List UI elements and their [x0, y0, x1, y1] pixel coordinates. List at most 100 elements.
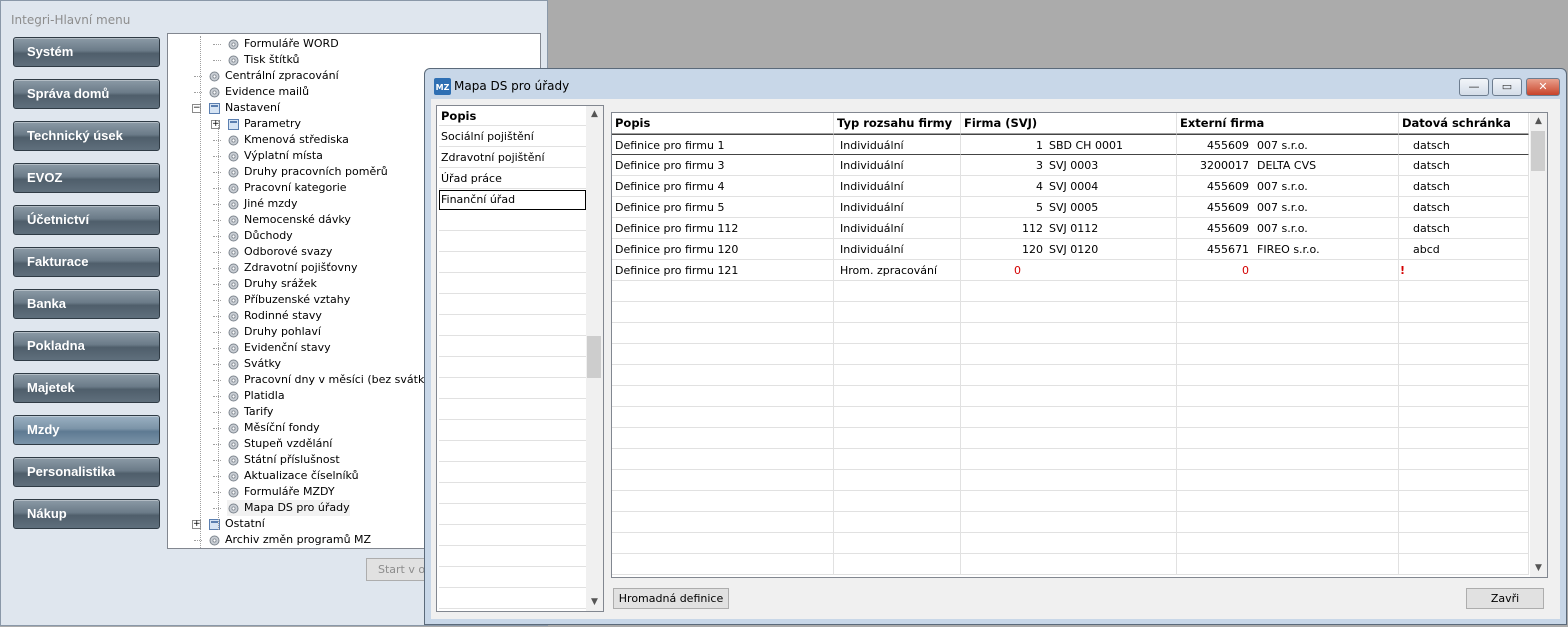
scroll-down-icon[interactable]: ▼: [1530, 560, 1547, 577]
column-header[interactable]: Popis: [612, 113, 834, 134]
tree-item[interactable]: Nemocenské dávky: [227, 212, 351, 228]
tree-item[interactable]: Jiné mzdy: [227, 196, 298, 212]
grid-cell[interactable]: 455671 FIREO s.r.o.: [1177, 239, 1399, 260]
close-window-button[interactable]: ✕: [1526, 78, 1560, 96]
grid-cell[interactable]: Definice pro firmu 120: [612, 239, 834, 260]
grid-cell[interactable]: 1 SBD CH 0001: [961, 134, 1177, 155]
nav-button-8[interactable]: Majetek: [13, 373, 160, 403]
column-header[interactable]: Firma (SVJ): [961, 113, 1177, 134]
grid-cell[interactable]: 120 SVJ 0120: [961, 239, 1177, 260]
grid-cell[interactable]: Individuální: [834, 134, 961, 155]
grid-cell[interactable]: 0: [961, 260, 1177, 281]
grid-cell[interactable]: 455609 007 s.r.o.: [1177, 218, 1399, 239]
tree-item[interactable]: Parametry: [227, 116, 301, 132]
office-list-item[interactable]: Úřad práce: [439, 169, 586, 189]
grid-cell[interactable]: 112 SVJ 0112: [961, 218, 1177, 239]
nav-button-5[interactable]: Fakturace: [13, 247, 160, 277]
tree-item[interactable]: Centrální zpracování: [208, 68, 339, 84]
tree-item[interactable]: Ostatní: [208, 516, 265, 532]
nav-button-9[interactable]: Mzdy: [13, 415, 160, 445]
nav-button-4[interactable]: Účetnictví: [13, 205, 160, 235]
tree-item[interactable]: Tarify: [227, 404, 273, 420]
scroll-down-icon[interactable]: ▼: [586, 594, 603, 611]
bulk-definition-button[interactable]: Hromadná definice: [613, 588, 729, 609]
column-header[interactable]: Externí firma: [1177, 113, 1399, 134]
tree-item[interactable]: Zdravotní pojišťovny: [227, 260, 357, 276]
tree-item[interactable]: Archiv změn programů MZ: [208, 532, 371, 548]
tree-item[interactable]: Evidence mailů: [208, 84, 309, 100]
grid-cell[interactable]: abcd: [1399, 239, 1529, 260]
column-header[interactable]: Datová schránka: [1399, 113, 1529, 134]
grid-cell[interactable]: datsch: [1399, 218, 1529, 239]
tree-item[interactable]: Mapa DS pro úřady: [227, 500, 350, 516]
office-list-item[interactable]: Sociální pojištění: [439, 127, 586, 147]
tree-item[interactable]: Druhy pohlaví: [227, 324, 321, 340]
scroll-up-icon[interactable]: ▲: [1530, 113, 1547, 130]
grid-cell[interactable]: Individuální: [834, 197, 961, 218]
tree-item[interactable]: Důchody: [227, 228, 293, 244]
tree-item[interactable]: Evidenční stavy: [227, 340, 331, 356]
grid-cell[interactable]: Individuální: [834, 239, 961, 260]
grid-cell[interactable]: 4 SVJ 0004: [961, 176, 1177, 197]
grid-cell[interactable]: Definice pro firmu 3: [612, 155, 834, 176]
grid-cell[interactable]: !: [1399, 260, 1529, 281]
scroll-thumb[interactable]: [1531, 131, 1545, 171]
nav-button-6[interactable]: Banka: [13, 289, 160, 319]
nav-button-2[interactable]: Technický úsek: [13, 121, 160, 151]
close-button[interactable]: Zavři: [1466, 588, 1544, 609]
grid-cell[interactable]: Definice pro firmu 5: [612, 197, 834, 218]
minimize-button[interactable]: —: [1459, 78, 1489, 96]
nav-button-0[interactable]: Systém: [13, 37, 160, 67]
tree-item[interactable]: Svátky: [227, 356, 281, 372]
tree-item[interactable]: Nastavení: [208, 100, 280, 116]
grid-cell[interactable]: 0: [1177, 260, 1399, 281]
tree-item[interactable]: Formuláře MZDY: [227, 484, 335, 500]
grid-cell[interactable]: datsch: [1399, 134, 1529, 155]
grid-cell[interactable]: Definice pro firmu 112: [612, 218, 834, 239]
grid-cell[interactable]: 455609 007 s.r.o.: [1177, 134, 1399, 155]
tree-item[interactable]: Odborové svazy: [227, 244, 332, 260]
grid-cell[interactable]: Individuální: [834, 155, 961, 176]
nav-button-7[interactable]: Pokladna: [13, 331, 160, 361]
maximize-button[interactable]: ▭: [1492, 78, 1522, 96]
grid-cell[interactable]: Definice pro firmu 4: [612, 176, 834, 197]
grid-cell[interactable]: Individuální: [834, 176, 961, 197]
office-list-item[interactable]: Finanční úřad: [439, 190, 586, 210]
grid-cell[interactable]: datsch: [1399, 176, 1529, 197]
tree-item[interactable]: Výplatní místa: [227, 148, 323, 164]
tree-item[interactable]: Druhy srážek: [227, 276, 317, 292]
grid-cell[interactable]: 3 SVJ 0003: [961, 155, 1177, 176]
tree-item[interactable]: Formuláře WORD: [227, 36, 339, 52]
tree-item[interactable]: Pracovní kategorie: [227, 180, 347, 196]
scroll-thumb[interactable]: [587, 336, 601, 378]
grid-cell[interactable]: 5 SVJ 0005: [961, 197, 1177, 218]
tree-item[interactable]: Pracovní dny v měsíci (bez svátků): [227, 372, 435, 388]
tree-item[interactable]: Kmenová střediska: [227, 132, 349, 148]
nav-button-11[interactable]: Nákup: [13, 499, 160, 529]
scroll-up-icon[interactable]: ▲: [586, 106, 603, 123]
nav-button-10[interactable]: Personalistika: [13, 457, 160, 487]
tree-item[interactable]: Tisk štítků: [227, 52, 299, 68]
grid-scrollbar[interactable]: ▲ ▼: [1530, 113, 1547, 577]
grid-cell[interactable]: Individuální: [834, 218, 961, 239]
tree-item[interactable]: Aktualizace číselníků: [227, 468, 359, 484]
office-list-item[interactable]: Zdravotní pojištění: [439, 148, 586, 168]
grid-cell[interactable]: 455609 007 s.r.o.: [1177, 176, 1399, 197]
nav-button-1[interactable]: Správa domů: [13, 79, 160, 109]
grid-cell[interactable]: Hrom. zpracování: [834, 260, 961, 281]
grid-cell[interactable]: 455609 007 s.r.o.: [1177, 197, 1399, 218]
grid-cell[interactable]: 3200017 DELTA CVS: [1177, 155, 1399, 176]
tree-item[interactable]: Platidla: [227, 388, 285, 404]
grid-cell[interactable]: datsch: [1399, 197, 1529, 218]
column-header[interactable]: Typ rozsahu firmy: [834, 113, 961, 134]
tree-item[interactable]: Měsíční fondy: [227, 420, 320, 436]
grid-cell[interactable]: datsch: [1399, 155, 1529, 176]
tree-item[interactable]: Státní příslušnost: [227, 452, 340, 468]
office-list-scrollbar[interactable]: ▲ ▼: [586, 106, 603, 611]
tree-item[interactable]: Druhy pracovních poměrů: [227, 164, 388, 180]
tree-item[interactable]: Stupeň vzdělání: [227, 436, 332, 452]
tree-item[interactable]: Příbuzenské vztahy: [227, 292, 350, 308]
grid-cell[interactable]: Definice pro firmu 121: [612, 260, 834, 281]
grid-cell[interactable]: Definice pro firmu 1: [612, 134, 834, 155]
nav-button-3[interactable]: EVOZ: [13, 163, 160, 193]
